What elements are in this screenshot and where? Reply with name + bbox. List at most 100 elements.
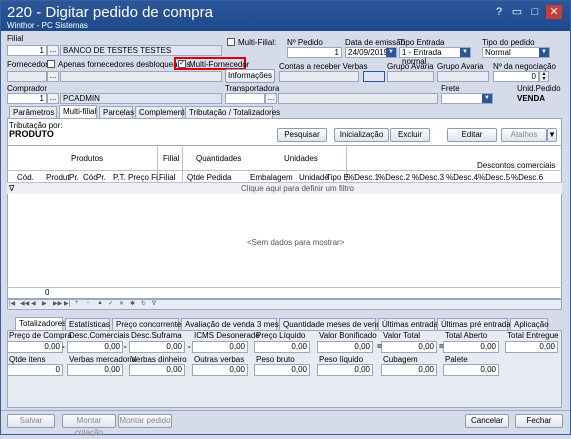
group-produtos: Produtos	[71, 154, 104, 163]
nav-icon-13[interactable]: ∇	[152, 300, 156, 307]
grid-col-8[interactable]: Qtde Pedida	[187, 173, 231, 182]
tab2-4[interactable]: Quantidade meses de venda	[279, 318, 385, 330]
tab2-6[interactable]: Últimas pré entradas	[437, 318, 515, 330]
grid-col-7[interactable]: Filial	[159, 173, 175, 182]
comprador-code-field[interactable]: 1	[7, 93, 47, 104]
tab-4[interactable]: Tributação / Totalizadores	[185, 106, 280, 118]
data-emissao-field[interactable]: 24/09/2019 ▼	[345, 47, 397, 58]
data-emissao-label: Data de emissão	[345, 38, 406, 47]
grid-col-16[interactable]: %Desc.5	[478, 173, 510, 182]
close-button[interactable]: ✕	[546, 5, 562, 19]
frete-select[interactable]: ▼	[441, 93, 493, 104]
editar-button[interactable]: Editar	[447, 128, 497, 142]
nav-icon-8[interactable]: ▲	[97, 300, 103, 306]
fechar-button[interactable]: Fechar	[515, 414, 563, 428]
nav-icon-4[interactable]: ▶▶	[53, 300, 62, 307]
tab2-1[interactable]: Estatísticas	[65, 318, 110, 330]
total-label-2: Desc.Suframa	[131, 331, 182, 340]
total-value-3: 0,00	[192, 341, 248, 353]
total2-value-7: 0,00	[443, 364, 499, 376]
atalhos-dropdown-icon[interactable]: ▼	[547, 128, 557, 142]
transportadora-name-field	[278, 93, 438, 104]
grid-col-17[interactable]: %Desc.6	[511, 173, 543, 182]
tab-0[interactable]: Parâmetros	[9, 106, 57, 118]
comprador-lookup-button[interactable]: ...	[47, 93, 59, 104]
fornecedor-lookup-button[interactable]: ...	[47, 71, 59, 82]
total-label-6: Valor Total	[383, 331, 421, 340]
tab-2[interactable]: Parcelas	[99, 106, 134, 118]
grid-col-4[interactable]: Pr.	[96, 173, 106, 182]
nav-icon-1[interactable]: ◀◀	[20, 300, 29, 307]
transportadora-code-field[interactable]	[225, 93, 265, 104]
grid-header-line	[7, 170, 562, 171]
grid-col-6[interactable]: Preço Fi.	[128, 173, 160, 182]
total2-label-6: Cubagem	[383, 355, 418, 364]
grid-col-9[interactable]: Embalagem	[250, 173, 293, 182]
nav-icon-10[interactable]: ✕	[119, 300, 124, 307]
num-pedido-field[interactable]: 1	[287, 47, 342, 58]
apenas-desbloqueados-checkbox[interactable]	[47, 60, 55, 68]
total-value-0: 0,00	[7, 341, 63, 353]
verbas-field[interactable]	[363, 71, 385, 82]
num-negociacao-field[interactable]: 0	[493, 71, 539, 82]
help-button[interactable]: ?	[491, 5, 507, 19]
operator-4: =	[439, 342, 444, 351]
nav-icon-11[interactable]: ✱	[130, 300, 135, 307]
inicializacao-button[interactable]: Inicialização	[334, 128, 389, 142]
total2-value-3: 0,00	[192, 364, 248, 376]
grid-col-14[interactable]: %Desc.3	[412, 173, 444, 182]
operator-3: =	[377, 342, 382, 351]
nav-icon-9[interactable]: ✓	[108, 300, 113, 307]
grid-col-0[interactable]: Cód.	[17, 173, 34, 182]
tab2-2[interactable]: Preço concorrentes	[112, 318, 185, 330]
window-title: 220 - Digitar pedido de compra	[7, 4, 213, 21]
montar-pedido-button[interactable]: Montar pedido	[118, 414, 172, 428]
nav-icon-2[interactable]: ◀	[31, 300, 36, 307]
tipo-entrada-select[interactable]: 1 - Entrada normal ▼	[399, 47, 471, 66]
atalhos-button[interactable]: Atalhos	[501, 128, 547, 142]
minimize-button[interactable]: ▭	[509, 5, 525, 19]
excluir-button[interactable]: Excluir	[390, 128, 430, 142]
informacoes-button[interactable]: Informações	[225, 69, 275, 83]
grid-col-15[interactable]: %Desc.4	[446, 173, 478, 182]
nav-icon-5[interactable]: ▶|	[64, 300, 70, 307]
nav-icon-0[interactable]: |◀	[9, 300, 15, 307]
tab2-0[interactable]: Totalizadores	[15, 317, 66, 330]
grid-col-2[interactable]: Pr.	[69, 173, 79, 182]
operator-0: -	[62, 342, 65, 351]
total2-label-4: Peso bruto	[256, 355, 295, 364]
tab-3[interactable]: Complemento	[135, 106, 189, 118]
grid-col-12[interactable]: %Desc.1	[347, 173, 379, 182]
nav-icon-6[interactable]: +	[75, 300, 79, 306]
nav-icon-3[interactable]: ▶	[42, 300, 47, 307]
nav-icon-7[interactable]: −	[86, 300, 90, 306]
filial-lookup-button[interactable]: ...	[47, 45, 59, 56]
multi-filial-checkbox[interactable]	[227, 38, 235, 46]
filial-label: Filial	[7, 34, 24, 43]
group-quantidades: Quantidades	[196, 154, 242, 163]
maximize-button[interactable]: □	[527, 5, 543, 19]
multi-fornecedor-checkbox[interactable]: ✓	[178, 60, 186, 68]
frete-label: Frete	[441, 84, 460, 93]
spin-icon[interactable]: ▲ ▼	[539, 71, 549, 82]
filial-code-field[interactable]: 1	[7, 45, 47, 56]
tab2-7[interactable]: Aplicação	[510, 318, 549, 330]
comprador-label: Comprador	[7, 84, 48, 93]
grid-col-10[interactable]: Unidade	[299, 173, 329, 182]
grid-col-11[interactable]: Tipo E	[326, 173, 349, 182]
filter-text[interactable]: Clique aqui para definir um filtro	[241, 184, 354, 193]
nav-icon-12[interactable]: ↻	[141, 300, 146, 307]
tipo-pedido-select[interactable]: Normal ▼	[482, 47, 550, 58]
grid-col-5[interactable]: P.T.	[113, 173, 126, 182]
tab2-3[interactable]: Avaliação de venda 3 meses	[181, 318, 287, 330]
tab2-5[interactable]: Últimas entradas	[378, 318, 442, 330]
montar-cotacao-button[interactable]: Montar cotação	[62, 414, 116, 437]
pesquisar-button[interactable]: Pesquisar	[277, 128, 327, 142]
cancelar-button[interactable]: Cancelar	[465, 414, 509, 428]
tab-1[interactable]: Multi-filial	[59, 105, 97, 118]
grid-col-1[interactable]: Produt	[46, 173, 70, 182]
salvar-button[interactable]: Salvar	[7, 414, 55, 428]
fornecedor-code-field[interactable]	[7, 71, 47, 82]
transportadora-lookup-button[interactable]: ...	[265, 93, 277, 104]
grid-col-13[interactable]: %Desc.2	[378, 173, 410, 182]
